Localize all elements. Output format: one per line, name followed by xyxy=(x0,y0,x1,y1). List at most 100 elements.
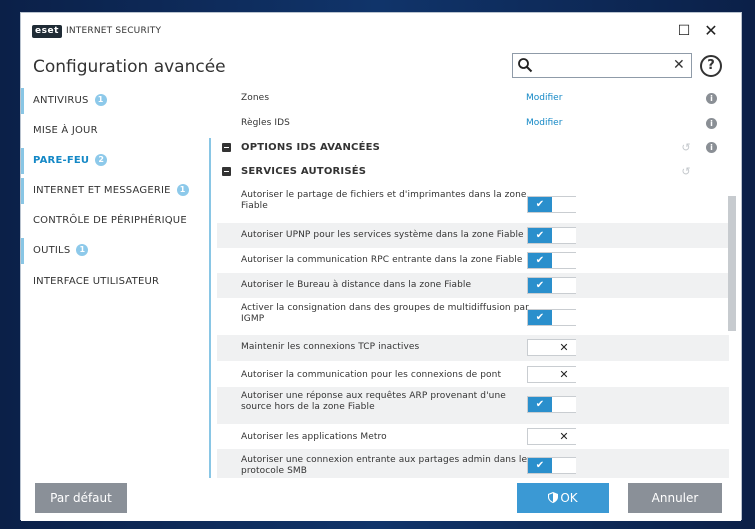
smb-admin-toggle[interactable]: ✔ xyxy=(527,457,576,474)
setting-label: Maintenir les connexions TCP inactives xyxy=(241,342,420,352)
title-bar: eset INTERNET SECURITY ☐ ✕ xyxy=(21,13,741,47)
setting-row: Activer la consignation dans des groupes… xyxy=(217,298,729,335)
sidebar-item-user-interface[interactable]: INTERFACE UTILISATEUR xyxy=(21,269,209,295)
check-icon: ✔ xyxy=(528,458,552,473)
setting-label: Zones xyxy=(241,93,270,103)
cancel-button[interactable]: Annuler xyxy=(628,483,722,513)
count-badge: 1 xyxy=(76,244,89,256)
edit-ids-rules-link[interactable]: Modifier xyxy=(526,118,562,129)
sidebar-item-web-email[interactable]: INTERNET ET MESSAGERIE 1 xyxy=(21,178,209,204)
label-line: Autoriser le partage de fichiers et d'im… xyxy=(241,190,527,200)
count-badge: 1 xyxy=(94,94,107,106)
search-icon xyxy=(518,58,533,73)
info-icon[interactable]: i xyxy=(706,93,717,104)
setting-label: Autoriser la communication RPC entrante … xyxy=(241,255,523,265)
default-button[interactable]: Par défaut xyxy=(35,483,127,513)
clear-search-icon[interactable]: ✕ xyxy=(673,56,685,74)
section-title: SERVICES AUTORISÉS xyxy=(241,166,367,177)
toggle-off-half xyxy=(552,228,576,243)
toggle-on-half xyxy=(528,367,552,382)
info-icon[interactable]: i xyxy=(706,118,717,129)
igmp-toggle[interactable]: ✔ xyxy=(527,309,576,326)
collapse-icon[interactable] xyxy=(222,167,231,176)
sidebar: ANTIVIRUS 1 MISE À JOUR PARE-FEU 2 INTERNE… xyxy=(21,88,209,478)
file-sharing-toggle[interactable]: ✔ xyxy=(527,196,576,213)
count-badge: 1 xyxy=(176,184,189,196)
maximize-button[interactable]: ☐ xyxy=(673,21,695,41)
collapse-icon[interactable] xyxy=(222,143,231,152)
setting-label: Autoriser la communication pour les conn… xyxy=(241,370,502,380)
info-icon[interactable]: i xyxy=(706,142,717,153)
search-input[interactable] xyxy=(537,57,667,74)
setting-label: Activer la consignation dans des groupes… xyxy=(241,303,529,325)
check-icon: ✔ xyxy=(528,310,552,325)
product-name: INTERNET SECURITY xyxy=(66,26,162,36)
sidebar-item-label: PARE-FEU xyxy=(33,155,90,166)
toggle-on-half xyxy=(528,340,552,355)
section-marker xyxy=(209,138,211,478)
setting-label: Autoriser une connexion entrante aux par… xyxy=(241,455,527,477)
sidebar-item-tools[interactable]: OUTILS 1 xyxy=(21,238,209,264)
check-icon: ✔ xyxy=(528,278,552,293)
setting-label: Règles IDS xyxy=(241,118,290,128)
settings-window: eset INTERNET SECURITY ☐ ✕ Configuration… xyxy=(20,12,742,521)
sidebar-item-firewall[interactable]: PARE-FEU 2 xyxy=(21,148,209,174)
remote-desktop-toggle[interactable]: ✔ xyxy=(527,277,576,294)
sidebar-item-label: MISE À JOUR xyxy=(33,125,98,136)
setting-row: Autoriser une connexion entrante aux par… xyxy=(217,449,729,478)
cross-icon: ✕ xyxy=(552,429,576,444)
check-icon: ✔ xyxy=(528,253,552,268)
tcp-keepalive-toggle[interactable]: ✕ xyxy=(527,339,576,356)
toggle-off-half xyxy=(552,197,576,212)
metro-apps-toggle[interactable]: ✕ xyxy=(527,428,576,445)
setting-label: Autoriser UPNP pour les services système… xyxy=(241,230,524,240)
upnp-toggle[interactable]: ✔ xyxy=(527,227,576,244)
scroll-thumb[interactable] xyxy=(728,196,736,331)
sidebar-item-label: ANTIVIRUS xyxy=(33,95,89,106)
sidebar-item-label: OUTILS xyxy=(33,245,71,256)
setting-label: Autoriser le Bureau à distance dans la z… xyxy=(241,280,472,290)
reset-icon[interactable]: ↺ xyxy=(680,142,692,154)
check-icon: ✔ xyxy=(528,197,552,212)
sidebar-item-update[interactable]: MISE À JOUR xyxy=(21,118,209,144)
rpc-toggle[interactable]: ✔ xyxy=(527,252,576,269)
sidebar-item-label: INTERFACE UTILISATEUR xyxy=(33,276,160,287)
label-line: protocole SMB xyxy=(241,466,308,476)
setting-row: Autoriser le partage de fichiers et d'im… xyxy=(217,186,729,223)
label-line: source hors de la zone Fiable xyxy=(241,402,375,412)
search-box[interactable]: ✕ xyxy=(512,53,692,78)
count-badge: 2 xyxy=(95,154,108,166)
section-advanced-ids[interactable]: OPTIONS IDS AVANCÉES ↺ i xyxy=(217,136,729,160)
setting-row-ids-rules: Règles IDS Modifier i xyxy=(217,112,729,134)
shield-icon xyxy=(548,492,559,503)
section-title: OPTIONS IDS AVANCÉES xyxy=(241,142,381,153)
label-line: Autoriser une réponse aux requêtes ARP p… xyxy=(241,391,506,401)
arp-toggle[interactable]: ✔ xyxy=(527,396,576,413)
section-allowed-services[interactable]: SERVICES AUTORISÉS ↺ xyxy=(217,160,729,184)
toggle-off-half xyxy=(552,310,576,325)
label-line: IGMP xyxy=(241,314,265,324)
label-line: Fiable xyxy=(241,201,268,211)
sidebar-item-antivirus[interactable]: ANTIVIRUS 1 xyxy=(21,88,209,114)
scrollbar[interactable] xyxy=(728,88,736,478)
reset-icon[interactable]: ↺ xyxy=(680,166,692,178)
setting-row: Autoriser les applications Metro ✕ xyxy=(217,424,729,449)
close-button[interactable]: ✕ xyxy=(700,21,722,41)
cross-icon: ✕ xyxy=(552,367,576,382)
toggle-off-half xyxy=(552,458,576,473)
ok-button[interactable]: OK xyxy=(517,483,609,513)
edit-zones-link[interactable]: Modifier xyxy=(526,93,562,104)
setting-row: Maintenir les connexions TCP inactives ✕ xyxy=(217,335,729,361)
sidebar-item-device-control[interactable]: CONTRÔLE DE PÉRIPHÉRIQUE xyxy=(21,208,209,234)
check-icon: ✔ xyxy=(528,228,552,243)
setting-row: Autoriser la communication RPC entrante … xyxy=(217,248,729,273)
setting-row: Autoriser une réponse aux requêtes ARP p… xyxy=(217,387,729,424)
bridge-toggle[interactable]: ✕ xyxy=(527,366,576,383)
toggle-off-half xyxy=(552,278,576,293)
label-line: Activer la consignation dans des groupes… xyxy=(241,303,529,313)
settings-panel: Zones Modifier i Règles IDS Modifier i O… xyxy=(209,88,729,478)
toggle-off-half xyxy=(552,397,576,412)
help-button[interactable]: ? xyxy=(700,55,722,77)
toggle-on-half xyxy=(528,429,552,444)
label-line: Autoriser une connexion entrante aux par… xyxy=(241,455,528,465)
